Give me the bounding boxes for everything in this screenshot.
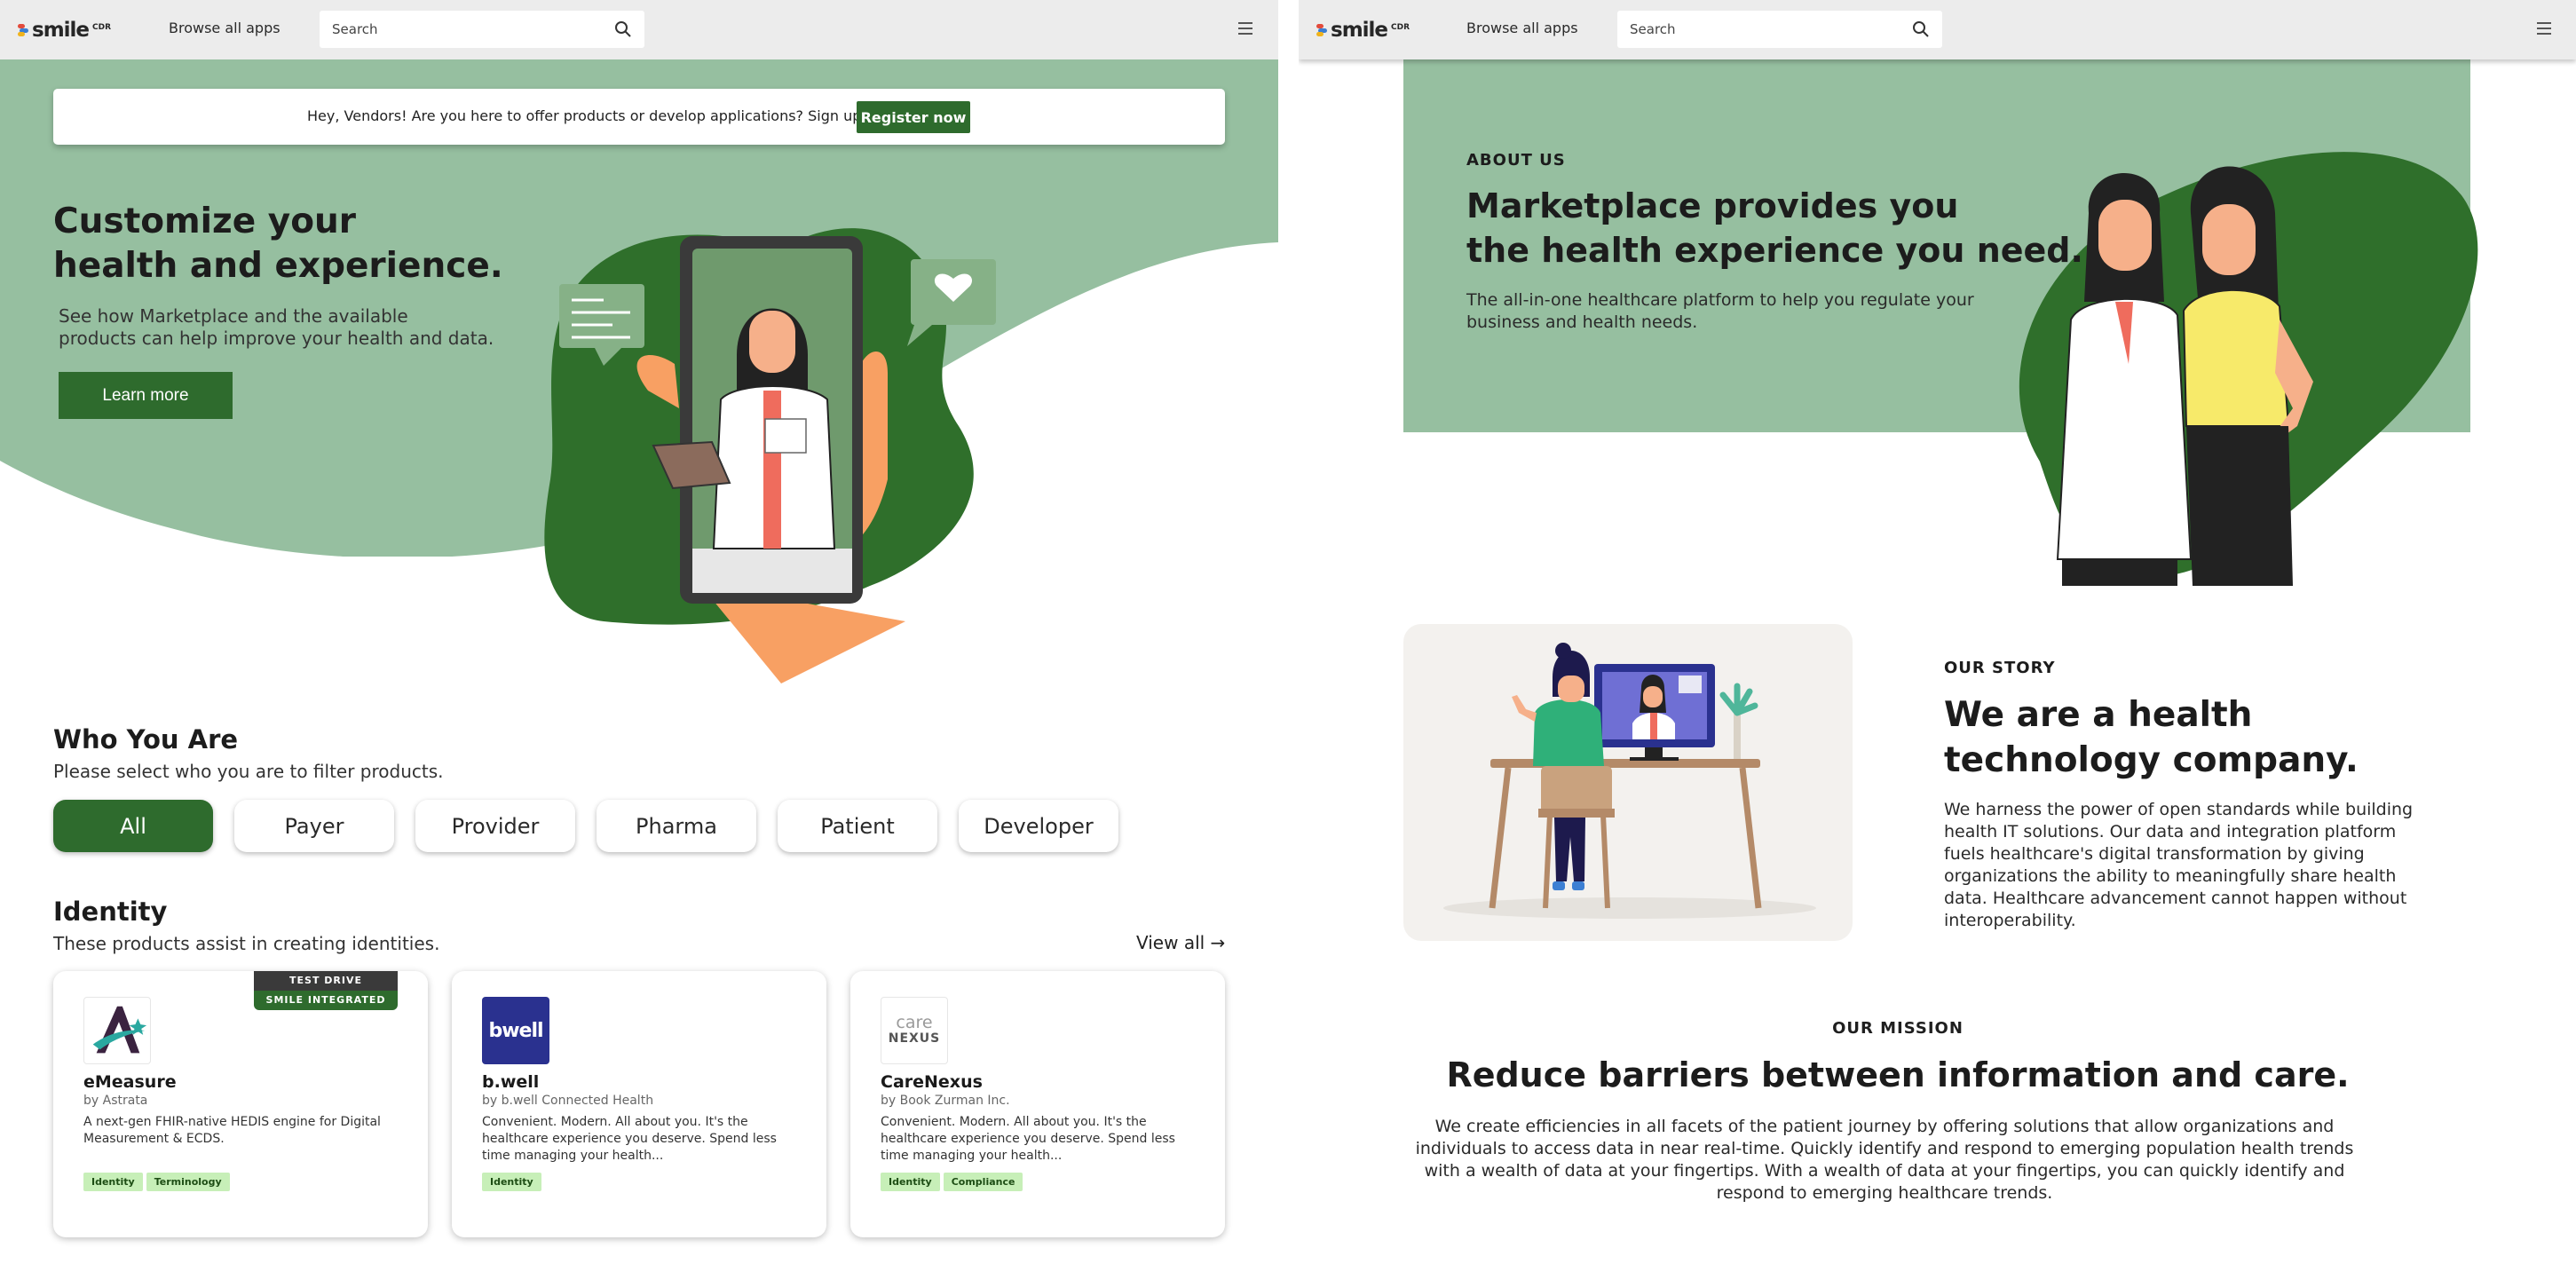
filter-chip-provider[interactable]: Provider: [415, 800, 575, 852]
emeasure-logo-icon: [83, 997, 151, 1064]
telehealth-illustration-card: [1403, 624, 1853, 941]
search-input[interactable]: Search: [1617, 11, 1942, 48]
product-tags: Identity Terminology: [83, 1173, 230, 1191]
top-nav-bar: smile CDR Browse all apps Search: [0, 0, 1278, 59]
mission-title: Reduce barriers between information and …: [1446, 1055, 2350, 1094]
story-title: We are a health technology company.: [1944, 695, 2359, 780]
product-description: Convenient. Modern. All about you. It's …: [482, 1115, 777, 1163]
hero-title-line2: health and experience.: [53, 246, 503, 286]
tag-terminology: Terminology: [146, 1173, 230, 1191]
tag-identity: Identity: [881, 1173, 940, 1191]
about-text-line1: The all-in-one healthcare platform to he…: [1466, 290, 1974, 310]
smile-cdr-logo[interactable]: smile CDR: [18, 19, 111, 42]
learn-more-button[interactable]: Learn more: [59, 372, 233, 419]
search-placeholder: Search: [332, 21, 378, 37]
search-icon[interactable]: [614, 20, 632, 38]
search-input[interactable]: Search: [320, 11, 644, 48]
product-vendor: by Astrata: [83, 1094, 148, 1108]
smile-logo-mark-icon: [18, 24, 28, 36]
filter-chip-pharma[interactable]: Pharma: [597, 800, 756, 852]
search-icon[interactable]: [1912, 20, 1930, 38]
mission-text: We create efficiencies in all facets of …: [1415, 1117, 2354, 1203]
register-now-button[interactable]: Register now: [857, 101, 970, 133]
about-title-line2: the health experience you need.: [1466, 231, 2083, 270]
telehealth-desk-illustration: [1443, 643, 1816, 919]
product-tags: Identity Compliance: [881, 1173, 1023, 1191]
browse-all-apps-link[interactable]: Browse all apps: [169, 20, 281, 36]
hero-title: Customize your health and experience.: [53, 200, 503, 288]
test-drive-label: TEST DRIVE: [254, 971, 398, 991]
search-placeholder: Search: [1630, 21, 1676, 37]
logo-suffix: CDR: [1391, 22, 1410, 32]
who-you-are-title: Who You Are: [53, 724, 239, 754]
product-name: b.well: [482, 1072, 540, 1092]
product-card-bwell[interactable]: bwell b.well by b.well Connected Health …: [452, 971, 826, 1237]
carenexus-logo-icon: care NEXUS: [881, 997, 948, 1064]
our-mission-label: OUR MISSION: [1832, 1019, 1964, 1038]
logo-text: smile: [32, 19, 90, 42]
doctor-phone-illustration: [544, 228, 996, 683]
product-vendor: by Book Zurman Inc.: [881, 1094, 1010, 1108]
logo-suffix: CDR: [92, 22, 112, 32]
bwell-logo-icon: bwell: [482, 997, 549, 1064]
filter-chip-developer[interactable]: Developer: [959, 800, 1118, 852]
identity-section-subtitle: These products assist in creating identi…: [53, 933, 440, 954]
about-title-line1: Marketplace provides you: [1466, 186, 1959, 225]
about-us-label: ABOUT US: [1466, 151, 1566, 170]
product-vendor: by b.well Connected Health: [482, 1094, 654, 1108]
product-name: CareNexus: [881, 1072, 983, 1092]
smile-logo-mark-icon: [1316, 24, 1327, 36]
smile-cdr-logo[interactable]: smile CDR: [1316, 19, 1410, 42]
smile-integrated-label: SMILE INTEGRATED: [254, 991, 398, 1010]
product-card-emeasure[interactable]: TEST DRIVE SMILE INTEGRATED eMeasure by …: [53, 971, 428, 1237]
story-text: We harness the power of open standards w…: [1944, 800, 2414, 930]
hamburger-menu-icon[interactable]: [2537, 22, 2551, 38]
about-text-line2: business and health needs.: [1466, 312, 1698, 332]
who-you-are-subtitle: Please select who you are to filter prod…: [53, 761, 444, 782]
filter-chip-patient[interactable]: Patient: [778, 800, 937, 852]
hero-subtitle-line2: products can help improve your health an…: [59, 328, 494, 349]
top-nav-bar: smile CDR Browse all apps Search: [1299, 0, 2576, 59]
carenexus-logo-text-bottom: NEXUS: [888, 1031, 941, 1046]
pane-divider: [1278, 0, 1299, 1264]
hamburger-menu-icon[interactable]: [1238, 22, 1252, 38]
view-all-link[interactable]: View all →: [1136, 932, 1225, 953]
product-name: eMeasure: [83, 1072, 177, 1092]
hero-title-line1: Customize your: [53, 201, 356, 241]
our-story-label: OUR STORY: [1944, 659, 2056, 677]
vendor-signup-banner: Hey, Vendors! Are you here to offer prod…: [53, 89, 1225, 145]
filter-chip-all[interactable]: All: [53, 800, 213, 852]
carenexus-logo-text-top: care: [896, 1013, 933, 1032]
about-text: The all-in-one healthcare platform to he…: [1466, 289, 1999, 334]
tag-compliance: Compliance: [943, 1173, 1023, 1191]
filter-chip-payer[interactable]: Payer: [234, 800, 394, 852]
vendor-banner-text: Hey, Vendors! Are you here to offer prod…: [307, 107, 867, 124]
browse-all-apps-link[interactable]: Browse all apps: [1466, 20, 1578, 36]
home-page-pane: smile CDR Browse all apps Search Hey, Ve…: [0, 0, 1278, 1264]
product-description: A next-gen FHIR-native HEDIS engine for …: [83, 1115, 381, 1146]
tag-identity: Identity: [482, 1173, 541, 1191]
tag-identity: Identity: [83, 1173, 143, 1191]
product-card-carenexus[interactable]: care NEXUS CareNexus by Book Zurman Inc.…: [850, 971, 1225, 1237]
hero-subtitle: See how Marketplace and the available pr…: [59, 305, 520, 350]
test-drive-ribbon: TEST DRIVE SMILE INTEGRATED: [254, 971, 398, 1010]
logo-text: smile: [1331, 19, 1388, 42]
about-page-pane: smile CDR Browse all apps Search ABOUT U…: [1299, 0, 2576, 1264]
product-tags: Identity: [482, 1173, 541, 1191]
about-title: Marketplace provides you the health expe…: [1466, 184, 2083, 273]
hero-subtitle-line1: See how Marketplace and the available: [59, 305, 408, 327]
product-description: Convenient. Modern. All about you. It's …: [881, 1115, 1175, 1163]
bwell-logo-text: bwell: [488, 1019, 543, 1042]
identity-section-title: Identity: [53, 897, 168, 927]
